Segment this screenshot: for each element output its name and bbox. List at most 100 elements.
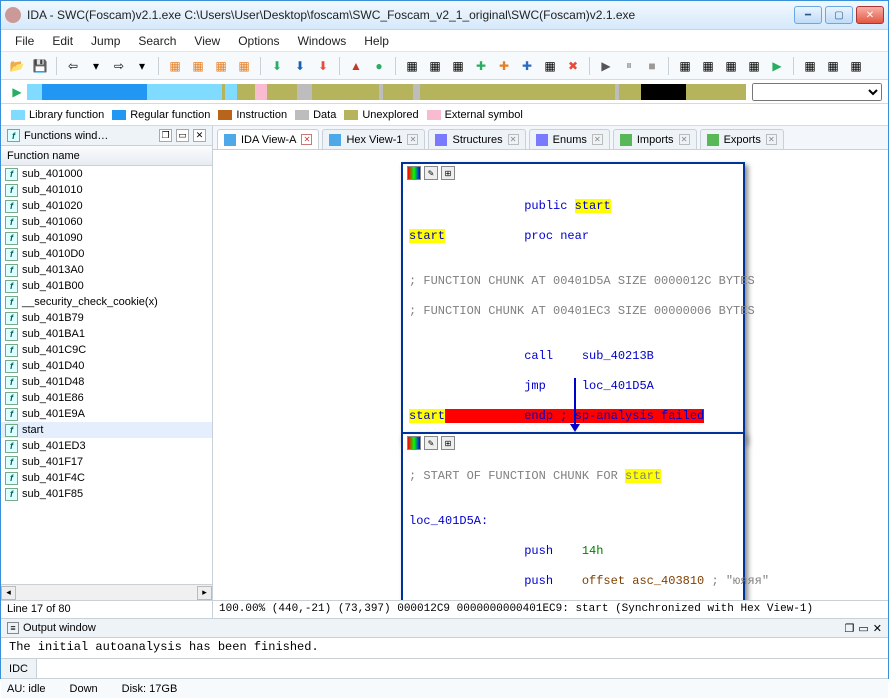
step1-icon[interactable]: ▦: [675, 56, 695, 76]
function-row[interactable]: fsub_4010D0: [1, 246, 212, 262]
function-row[interactable]: fsub_401D40: [1, 358, 212, 374]
dbg-run-icon[interactable]: ▶: [596, 56, 616, 76]
op3-icon[interactable]: ✚: [517, 56, 537, 76]
titlebar[interactable]: IDA - SWC(Foscam)v2.1.exe C:\Users\User\…: [1, 1, 888, 30]
circle-red-icon[interactable]: ▲: [346, 56, 366, 76]
output-close-icon[interactable]: ✕: [873, 622, 882, 635]
code-icon[interactable]: ▦: [402, 56, 422, 76]
function-row[interactable]: fsub_401090: [1, 230, 212, 246]
menu-view[interactable]: View: [186, 32, 228, 50]
function-row[interactable]: fsub_401020: [1, 198, 212, 214]
undefine-icon[interactable]: ✖: [563, 56, 583, 76]
minimize-button[interactable]: ━: [794, 6, 822, 24]
tab-structures[interactable]: Structures✕: [428, 129, 525, 149]
navmap-combo[interactable]: [752, 83, 882, 101]
step4-icon[interactable]: ▦: [744, 56, 764, 76]
graph-node-loc_401D5A[interactable]: ✎ ⊞ ; START OF FUNCTION CHUNK FOR start …: [401, 432, 745, 600]
output-copy-icon[interactable]: ❐: [845, 622, 855, 635]
menu-options[interactable]: Options: [230, 32, 287, 50]
scroll-left-icon[interactable]: ◂: [1, 586, 16, 600]
op4-icon[interactable]: ▦: [540, 56, 560, 76]
data-icon[interactable]: ▦: [425, 56, 445, 76]
function-row[interactable]: fsub_401ED3: [1, 438, 212, 454]
functions-hscrollbar[interactable]: ◂ ▸: [1, 584, 212, 600]
functions-col-header[interactable]: Function name: [1, 146, 212, 166]
search-imm-icon[interactable]: ⬇: [313, 56, 333, 76]
pane-close-icon[interactable]: ✕: [193, 129, 206, 142]
function-row[interactable]: fsub_4013A0: [1, 262, 212, 278]
tab-hex-view-1[interactable]: Hex View-1✕: [322, 129, 425, 149]
nav-back-drop-icon[interactable]: ▾: [86, 56, 106, 76]
segment2-icon[interactable]: ▦: [188, 56, 208, 76]
search-text-icon[interactable]: ⬇: [290, 56, 310, 76]
function-row[interactable]: fsub_401F4C: [1, 470, 212, 486]
function-row[interactable]: fsub_401E86: [1, 390, 212, 406]
tab-enums[interactable]: Enums✕: [529, 129, 610, 149]
function-row[interactable]: fsub_401BA1: [1, 326, 212, 342]
tab-close-icon[interactable]: ✕: [301, 134, 312, 145]
nav-fwd-drop-icon[interactable]: ▾: [132, 56, 152, 76]
misc3-icon[interactable]: ▦: [846, 56, 866, 76]
tab-ida-view-a[interactable]: IDA View-A✕: [217, 129, 319, 149]
function-row[interactable]: fsub_401D48: [1, 374, 212, 390]
menu-file[interactable]: File: [7, 32, 42, 50]
misc1-icon[interactable]: ▦: [800, 56, 820, 76]
step2-icon[interactable]: ▦: [698, 56, 718, 76]
tab-close-icon[interactable]: ✕: [766, 134, 777, 145]
restore-icon[interactable]: ▭: [176, 129, 189, 142]
graph-color-icon[interactable]: [407, 166, 421, 180]
op2-icon[interactable]: ✚: [494, 56, 514, 76]
segment-icon[interactable]: ▦: [165, 56, 185, 76]
function-row[interactable]: fsub_401C9C: [1, 342, 212, 358]
tab-close-icon[interactable]: ✕: [407, 134, 418, 145]
tab-close-icon[interactable]: ✕: [508, 134, 519, 145]
save-icon[interactable]: 💾: [30, 56, 50, 76]
circle-green-icon[interactable]: ●: [369, 56, 389, 76]
step3-icon[interactable]: ▦: [721, 56, 741, 76]
struct-icon[interactable]: ▦: [448, 56, 468, 76]
navigation-map[interactable]: ▶: [1, 80, 888, 104]
menu-jump[interactable]: Jump: [83, 32, 128, 50]
nav-fwd-icon[interactable]: ⇨: [109, 56, 129, 76]
output-text[interactable]: The initial autoanalysis has been finish…: [1, 638, 888, 658]
dbg-stop-icon[interactable]: ■: [642, 56, 662, 76]
idc-input[interactable]: [37, 660, 888, 678]
output-pane-header[interactable]: ≡ Output window ❐ ▭ ✕: [1, 618, 888, 638]
function-row[interactable]: fsub_401F85: [1, 486, 212, 502]
function-row[interactable]: fstart: [1, 422, 212, 438]
open-icon[interactable]: 📂: [7, 56, 27, 76]
op1-icon[interactable]: ✚: [471, 56, 491, 76]
function-row[interactable]: fsub_401B79: [1, 310, 212, 326]
navmap-bar[interactable]: [27, 84, 746, 100]
menu-windows[interactable]: Windows: [290, 32, 355, 50]
idc-label[interactable]: IDC: [1, 659, 37, 678]
tab-close-icon[interactable]: ✕: [679, 134, 690, 145]
function-row[interactable]: f__security_check_cookie(x): [1, 294, 212, 310]
copy-icon[interactable]: ❐: [159, 129, 172, 142]
nav-back-icon[interactable]: ⇦: [63, 56, 83, 76]
graph-group-icon[interactable]: ⊞: [441, 166, 455, 180]
functions-list[interactable]: fsub_401000fsub_401010fsub_401020fsub_40…: [1, 166, 212, 584]
function-row[interactable]: fsub_401B00: [1, 278, 212, 294]
function-row[interactable]: fsub_401E9A: [1, 406, 212, 422]
graph-frame-icon[interactable]: ✎: [424, 166, 438, 180]
function-row[interactable]: fsub_401060: [1, 214, 212, 230]
output-toggle-icon[interactable]: ≡: [7, 622, 19, 634]
menu-help[interactable]: Help: [356, 32, 397, 50]
segment4-icon[interactable]: ▦: [234, 56, 254, 76]
output-restore-icon[interactable]: ▭: [858, 622, 868, 635]
graph-color-icon[interactable]: [407, 436, 421, 450]
maximize-button[interactable]: ▢: [825, 6, 853, 24]
graph-frame-icon[interactable]: ✎: [424, 436, 438, 450]
scroll-right-icon[interactable]: ▸: [197, 586, 212, 600]
functions-pane-header[interactable]: f Functions wind… ❐ ▭ ✕: [1, 126, 212, 146]
search-next-icon[interactable]: ⬇: [267, 56, 287, 76]
menu-search[interactable]: Search: [130, 32, 184, 50]
tab-exports[interactable]: Exports✕: [700, 129, 784, 149]
function-row[interactable]: fsub_401000: [1, 166, 212, 182]
function-row[interactable]: fsub_401F17: [1, 454, 212, 470]
tab-imports[interactable]: Imports✕: [613, 129, 697, 149]
dbg-pause-icon[interactable]: ⏸: [619, 56, 639, 76]
step5-icon[interactable]: ▶: [767, 56, 787, 76]
graph-group-icon[interactable]: ⊞: [441, 436, 455, 450]
